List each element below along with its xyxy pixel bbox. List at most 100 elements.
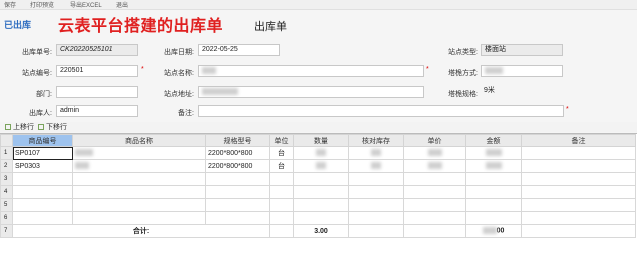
cell-amount[interactable] (465, 159, 522, 173)
cell-stock-check[interactable] (348, 185, 404, 199)
cell-qty[interactable] (293, 211, 349, 225)
col-header-unit[interactable]: 单位 (269, 134, 294, 147)
cell-unit[interactable] (269, 211, 294, 225)
col-header-stock-check[interactable]: 核对库存 (348, 134, 404, 147)
cell-name[interactable] (72, 146, 206, 160)
col-header-spec[interactable]: 规格型号 (205, 134, 270, 147)
move-row-down-button[interactable]: 下移行 (38, 122, 67, 132)
cell-code[interactable]: SP0303 (12, 159, 73, 173)
cell-stock-check[interactable] (348, 211, 404, 225)
menu-export-excel[interactable]: 导出EXCEL (70, 0, 102, 9)
cell-stock-check[interactable] (348, 159, 404, 173)
move-row-up-label: 上移行 (13, 124, 34, 131)
cell-qty[interactable] (293, 172, 349, 186)
menu-save[interactable]: 保存 (4, 0, 16, 9)
cell-code[interactable] (12, 172, 73, 186)
cell-price[interactable] (403, 172, 466, 186)
dept-field[interactable] (56, 86, 138, 98)
cell-name[interactable] (72, 159, 206, 173)
cell-remark (521, 224, 636, 238)
cell-spec[interactable] (205, 172, 270, 186)
cell-price[interactable] (403, 146, 466, 160)
cell-amount[interactable] (465, 198, 522, 212)
cell-remark[interactable] (521, 211, 636, 225)
cell-code[interactable] (12, 198, 73, 212)
remark-field[interactable] (198, 105, 564, 117)
redacted-value (482, 227, 497, 235)
redacted-value (427, 162, 442, 170)
redacted-value (75, 162, 89, 170)
date-label: 出库日期: (164, 49, 194, 56)
cell-name[interactable] (72, 172, 206, 186)
table-row[interactable]: 6 (0, 211, 636, 225)
cell-price[interactable] (403, 185, 466, 199)
cell-amount[interactable] (465, 146, 522, 160)
row-number-header (0, 134, 13, 147)
cell-stock-check[interactable] (348, 198, 404, 212)
cell-price[interactable] (403, 211, 466, 225)
cell-remark[interactable] (521, 146, 636, 160)
cell-unit[interactable] (269, 172, 294, 186)
menu-exit[interactable]: 退出 (116, 0, 128, 9)
col-header-amount[interactable]: 金额 (465, 134, 522, 147)
cell-name[interactable] (72, 211, 206, 225)
col-header-name[interactable]: 商品名称 (72, 134, 206, 147)
date-field[interactable]: 2022-05-25 (198, 44, 280, 56)
cell-remark[interactable] (521, 185, 636, 199)
cell-stock-check[interactable] (348, 146, 404, 160)
items-grid: 商品编号 商品名称 规格型号 单位 数量 核对库存 单价 金额 备注 1 SP0… (0, 133, 637, 262)
cell-price[interactable] (403, 198, 466, 212)
site-addr-field[interactable] (198, 86, 424, 98)
col-header-qty[interactable]: 数量 (293, 134, 349, 147)
cell-unit[interactable]: 台 (269, 159, 294, 173)
cell-spec[interactable]: 2200*800*800 (205, 146, 270, 160)
dept-label: 部门: (36, 91, 52, 98)
cell-spec[interactable] (205, 211, 270, 225)
required-mark: * (566, 106, 569, 113)
cell-name[interactable] (72, 185, 206, 199)
cell-remark[interactable] (521, 159, 636, 173)
site-name-field[interactable] (198, 65, 424, 77)
table-row[interactable]: 2 SP0303 2200*800*800 台 (0, 159, 636, 173)
cell-spec[interactable] (205, 198, 270, 212)
table-row[interactable]: 4 (0, 185, 636, 199)
cell-remark[interactable] (521, 172, 636, 186)
cell-unit[interactable] (269, 185, 294, 199)
cell-spec[interactable] (205, 185, 270, 199)
col-header-remark[interactable]: 备注 (521, 134, 636, 147)
cell-amount[interactable] (465, 211, 522, 225)
cell-qty[interactable] (293, 185, 349, 199)
col-header-price[interactable]: 单价 (403, 134, 466, 147)
site-type-field[interactable]: 楼面站 (481, 44, 563, 56)
site-no-field[interactable]: 220501 (56, 65, 138, 77)
cell-remark[interactable] (521, 198, 636, 212)
move-row-up-button[interactable]: 上移行 (5, 122, 34, 132)
order-no-label: 出库单号: (22, 49, 52, 56)
cell-price[interactable] (403, 159, 466, 173)
cell-code[interactable]: SP0107 (12, 146, 73, 160)
cell-amount[interactable] (465, 185, 522, 199)
cell-qty[interactable] (293, 159, 349, 173)
cell-amount[interactable] (465, 172, 522, 186)
top-menu-bar: 保存 打印预览 导出EXCEL 退出 (0, 0, 637, 10)
cell-unit[interactable] (269, 198, 294, 212)
cell-code[interactable] (12, 185, 73, 199)
cell-qty[interactable] (293, 146, 349, 160)
col-header-code[interactable]: 商品编号 (12, 134, 73, 147)
cell-name[interactable] (72, 198, 206, 212)
cell-unit[interactable]: 台 (269, 146, 294, 160)
tower-field[interactable] (481, 65, 563, 77)
table-row[interactable]: 1 SP0107 2200*800*800 台 (0, 146, 636, 160)
cell-code[interactable] (12, 211, 73, 225)
table-row[interactable]: 3 (0, 172, 636, 186)
menu-print-preview[interactable]: 打印预览 (30, 0, 54, 9)
cell-stock-check[interactable] (348, 172, 404, 186)
tower-label: 塔桅方式: (448, 70, 478, 77)
table-row[interactable]: 5 (0, 198, 636, 212)
redacted-value (371, 162, 381, 170)
cell-qty[interactable] (293, 198, 349, 212)
row-number: 6 (0, 211, 13, 225)
cell-spec[interactable]: 2200*800*800 (205, 159, 270, 173)
operator-field[interactable]: admin (56, 105, 138, 117)
order-no-field[interactable]: CK20220525101 (56, 44, 138, 56)
